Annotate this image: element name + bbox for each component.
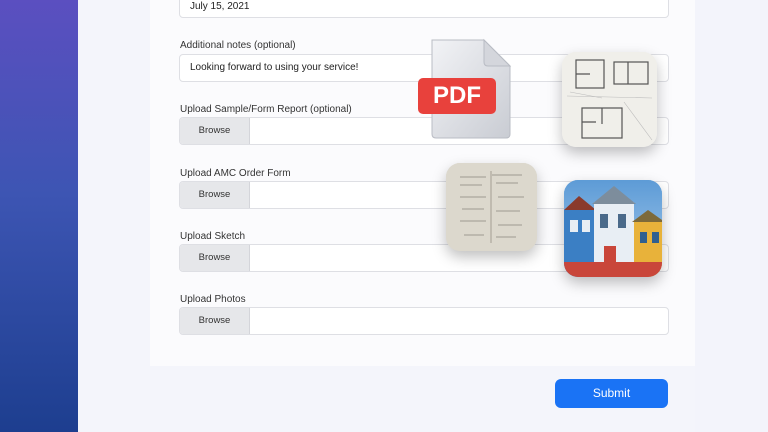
sketch-browse-button[interactable]: Browse [180, 245, 250, 271]
photos-label: Upload Photos [180, 294, 246, 305]
sidebar [0, 0, 78, 432]
sketch-label: Upload Sketch [180, 231, 246, 242]
sample-report-label: Upload Sample/Form Report (optional) [180, 104, 352, 115]
sample-report-browse-button[interactable]: Browse [180, 118, 250, 144]
date-field[interactable]: July 15, 2021 [179, 0, 669, 18]
notes-label: Additional notes (optional) [180, 40, 296, 51]
submit-button[interactable]: Submit [555, 379, 668, 408]
floor-plan-thumbnail [562, 52, 657, 147]
photos-file-input[interactable]: Browse [179, 307, 669, 335]
house-photo-thumbnail [564, 180, 662, 277]
pdf-badge-text: PDF [433, 82, 481, 109]
pdf-file-icon: PDF [414, 34, 514, 142]
amc-order-form-browse-button[interactable]: Browse [180, 182, 250, 208]
photos-browse-button[interactable]: Browse [180, 308, 250, 334]
date-value: July 15, 2021 [190, 1, 250, 12]
amc-order-form-label: Upload AMC Order Form [180, 168, 291, 179]
right-background [695, 0, 768, 432]
sketch-document-thumbnail [446, 163, 537, 251]
